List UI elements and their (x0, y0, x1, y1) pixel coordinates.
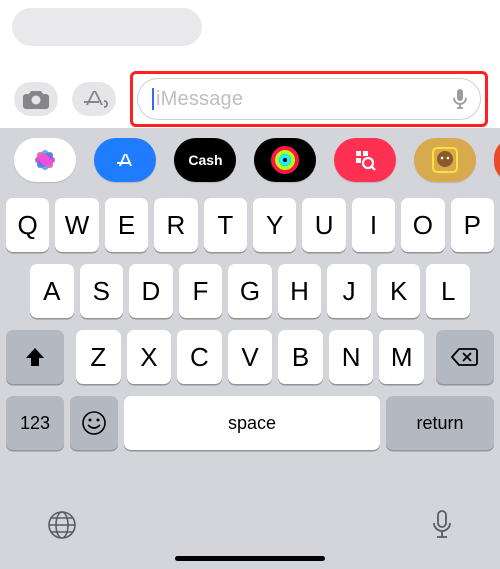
microphone-icon (430, 509, 454, 541)
message-placeholder: iMessage (156, 88, 452, 111)
globe-icon (46, 509, 78, 541)
search-grid-icon (353, 148, 377, 172)
key-z[interactable]: Z (76, 330, 121, 384)
key-b[interactable]: B (278, 330, 323, 384)
app-memoji-2[interactable]: 😍 (494, 138, 500, 182)
imessage-app-strip[interactable]: Cash (0, 128, 500, 190)
app-photos[interactable] (14, 138, 76, 182)
key-k[interactable]: K (377, 264, 421, 318)
key-j[interactable]: J (327, 264, 371, 318)
app-store-icon (112, 147, 138, 173)
memoji-icon (429, 144, 461, 176)
globe-key[interactable] (46, 509, 78, 541)
delete-key[interactable] (436, 330, 494, 384)
shift-key[interactable] (6, 330, 64, 384)
keyboard-bottom-bar (0, 499, 500, 569)
key-i[interactable]: I (352, 198, 395, 252)
key-a[interactable]: A (30, 264, 74, 318)
camera-button[interactable] (14, 82, 58, 116)
key-f[interactable]: F (179, 264, 223, 318)
dictate-in-field-button[interactable] (452, 88, 468, 110)
key-row-1: QWERTYUIOP (6, 198, 494, 252)
app-store-a-icon (80, 89, 108, 109)
app-applecash-label: Cash (187, 152, 222, 168)
incoming-message-bubble (12, 8, 202, 46)
key-w[interactable]: W (55, 198, 98, 252)
shift-up-icon (24, 346, 46, 368)
key-c[interactable]: C (177, 330, 222, 384)
key-q[interactable]: Q (6, 198, 49, 252)
app-findmore[interactable] (334, 138, 396, 182)
key-t[interactable]: T (204, 198, 247, 252)
key-row-3: ZXCVBNM (6, 330, 494, 384)
microphone-icon (452, 88, 468, 110)
key-row-4: 123 space return (6, 396, 494, 450)
app-applecash[interactable]: Cash (174, 138, 236, 182)
home-indicator[interactable] (175, 556, 325, 561)
key-d[interactable]: D (129, 264, 173, 318)
camera-icon (23, 89, 49, 109)
conversation-area (0, 0, 500, 70)
app-appstore[interactable] (94, 138, 156, 182)
key-row-2: ASDFGHJKL (6, 264, 494, 318)
key-o[interactable]: O (401, 198, 444, 252)
imessage-apps-button[interactable] (72, 82, 116, 116)
emoji-key[interactable] (70, 396, 118, 450)
composer-row: iMessage (0, 70, 500, 128)
app-memoji-1[interactable] (414, 138, 476, 182)
key-s[interactable]: S (80, 264, 124, 318)
backspace-icon (451, 347, 479, 367)
key-p[interactable]: P (451, 198, 494, 252)
emoji-smile-icon (81, 410, 107, 436)
message-input[interactable]: iMessage (137, 78, 481, 120)
keyboard-keys: QWERTYUIOP ASDFGHJKL ZXCVBNM 123 (0, 190, 500, 499)
keyboard: Cash (0, 128, 500, 569)
key-r[interactable]: R (154, 198, 197, 252)
key-m[interactable]: M (379, 330, 424, 384)
key-x[interactable]: X (127, 330, 172, 384)
annotation-highlight: iMessage (130, 71, 488, 127)
key-e[interactable]: E (105, 198, 148, 252)
text-caret (152, 88, 154, 110)
key-l[interactable]: L (426, 264, 470, 318)
key-u[interactable]: U (302, 198, 345, 252)
photos-icon (31, 146, 59, 174)
numbers-key[interactable]: 123 (6, 396, 64, 450)
dictation-key[interactable] (430, 509, 454, 541)
return-key[interactable]: return (386, 396, 494, 450)
key-v[interactable]: V (228, 330, 273, 384)
space-key[interactable]: space (124, 396, 380, 450)
app-activity[interactable] (254, 138, 316, 182)
key-h[interactable]: H (278, 264, 322, 318)
key-y[interactable]: Y (253, 198, 296, 252)
key-n[interactable]: N (329, 330, 374, 384)
activity-rings-icon (270, 145, 300, 175)
key-g[interactable]: G (228, 264, 272, 318)
